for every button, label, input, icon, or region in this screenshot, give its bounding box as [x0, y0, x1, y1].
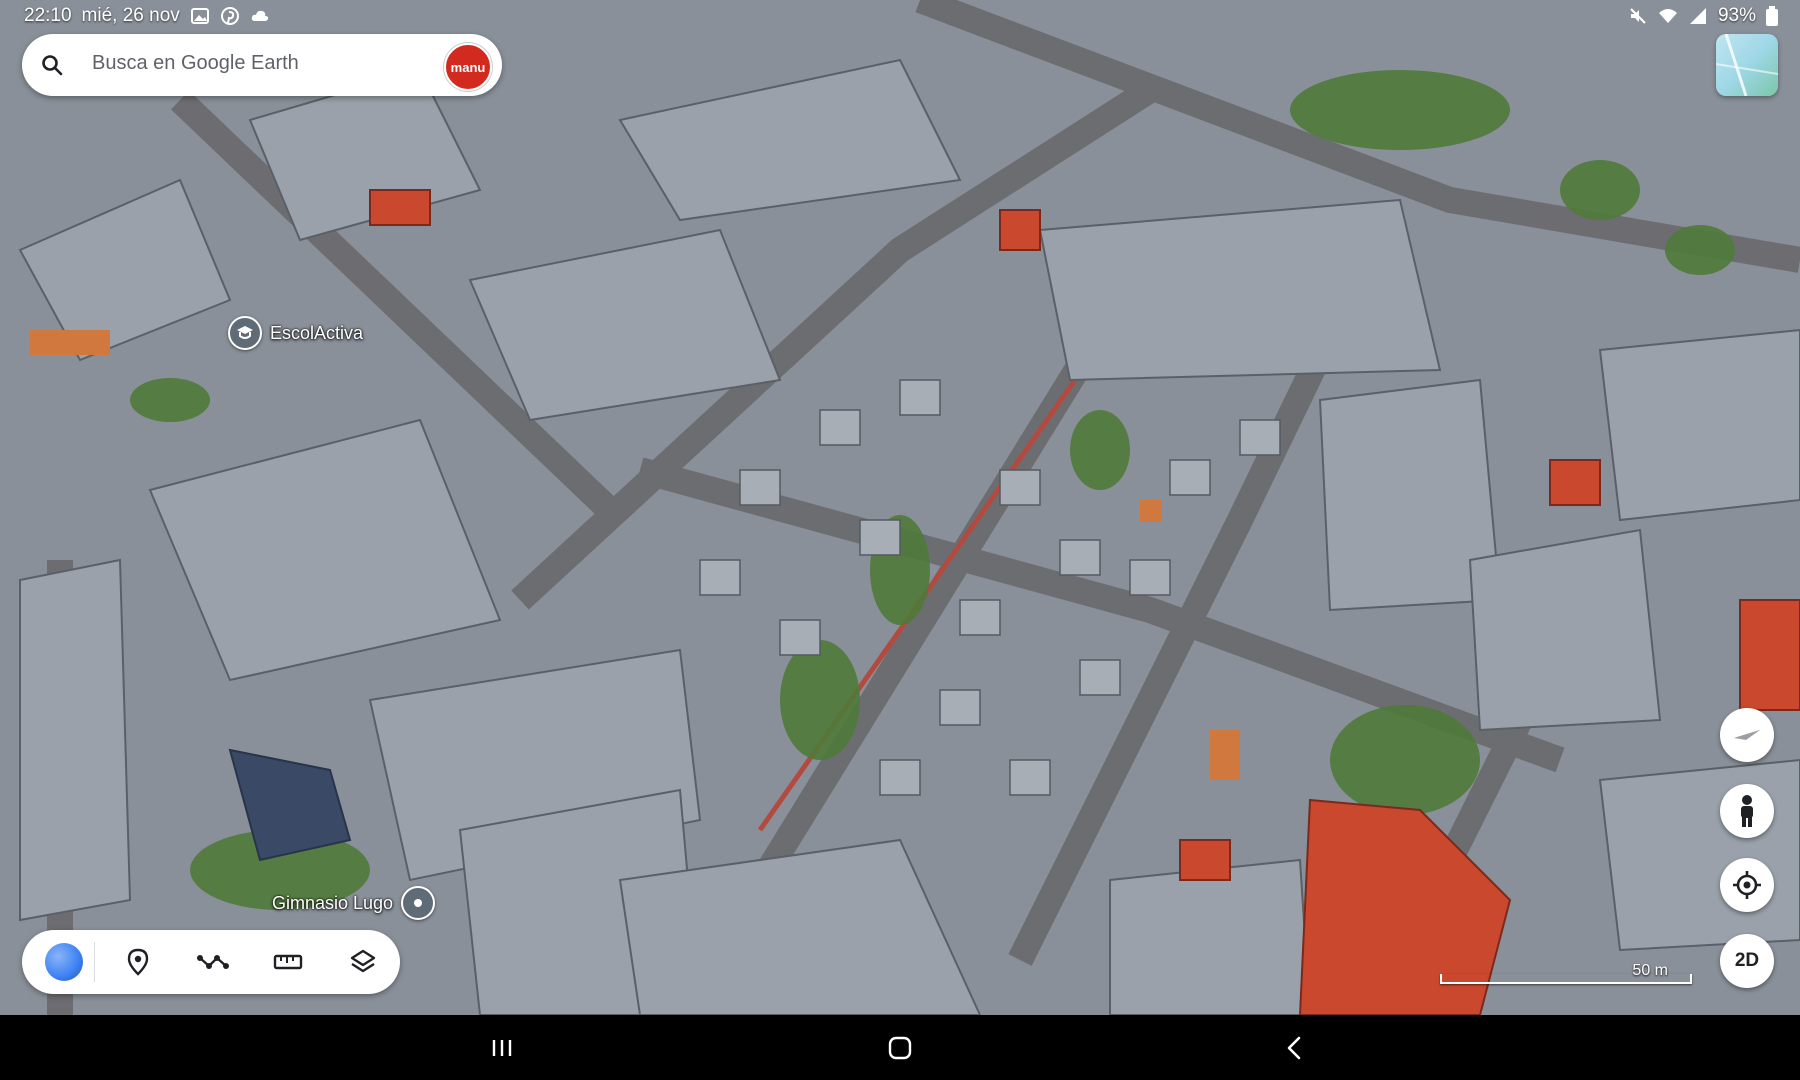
places-button[interactable]	[101, 930, 176, 994]
cloud-icon	[251, 10, 268, 21]
status-bar: 22:10 mié, 26 nov 93%	[0, 0, 1800, 32]
signal-icon	[1689, 8, 1706, 24]
search-bar[interactable]: Busca en Google Earth manu	[22, 34, 502, 96]
scale-bar	[1440, 974, 1692, 984]
pegman-icon	[1741, 795, 1753, 827]
compass-icon	[1734, 730, 1760, 740]
map-imagery	[0, 0, 1800, 1015]
compass-button[interactable]	[1720, 708, 1774, 762]
battery-percent: 93%	[1717, 5, 1756, 26]
view-2d-toggle[interactable]: 2D	[1720, 934, 1774, 988]
ruler-button[interactable]	[250, 930, 325, 994]
view-toggle-label: 2D	[1734, 950, 1760, 971]
earth-icon	[44, 943, 83, 981]
satellite-map-view[interactable]	[0, 0, 1800, 1015]
layers-icon	[350, 949, 375, 973]
search-placeholder[interactable]: Busca en Google Earth	[92, 52, 299, 75]
back-icon[interactable]	[1280, 1033, 1310, 1063]
pin-icon	[128, 948, 149, 976]
date: mié, 26 nov	[81, 5, 180, 26]
path-icon	[197, 955, 230, 969]
account-avatar[interactable]: manu	[444, 43, 492, 91]
wifi-icon	[1658, 9, 1677, 23]
place-label-escolactiva[interactable]: EscolActiva	[228, 316, 363, 350]
gallery-icon	[190, 8, 209, 24]
bottom-toolbar	[22, 930, 400, 994]
minimap-icon	[1716, 34, 1778, 96]
map-scale: 50 m	[1440, 962, 1692, 984]
mute-icon	[1630, 8, 1646, 24]
measure-path-button[interactable]	[176, 930, 251, 994]
recent-apps-icon[interactable]	[487, 1033, 517, 1063]
my-location-icon	[1733, 871, 1761, 899]
clock: 22:10	[24, 5, 72, 26]
avatar-text: manu	[450, 59, 486, 75]
my-location-button[interactable]	[1720, 858, 1774, 912]
place-pin-icon	[401, 886, 436, 920]
pinterest-icon	[220, 7, 239, 25]
search-icon	[42, 55, 63, 76]
layers-button[interactable]	[325, 930, 400, 994]
street-view-button[interactable]	[1720, 784, 1774, 838]
place-label-gimnasio-lugo[interactable]: Gimnasio Lugo	[272, 886, 436, 920]
school-icon	[228, 316, 262, 350]
battery-icon	[1766, 6, 1778, 26]
minimap-thumbnail[interactable]	[1716, 34, 1778, 96]
place-name: EscolActiva	[270, 322, 364, 343]
ruler-icon	[273, 954, 303, 970]
system-navigation-bar	[0, 1015, 1800, 1080]
home-icon[interactable]	[885, 1033, 915, 1063]
earth-menu-button[interactable]	[34, 942, 95, 982]
place-name: Gimnasio Lugo	[272, 892, 394, 913]
